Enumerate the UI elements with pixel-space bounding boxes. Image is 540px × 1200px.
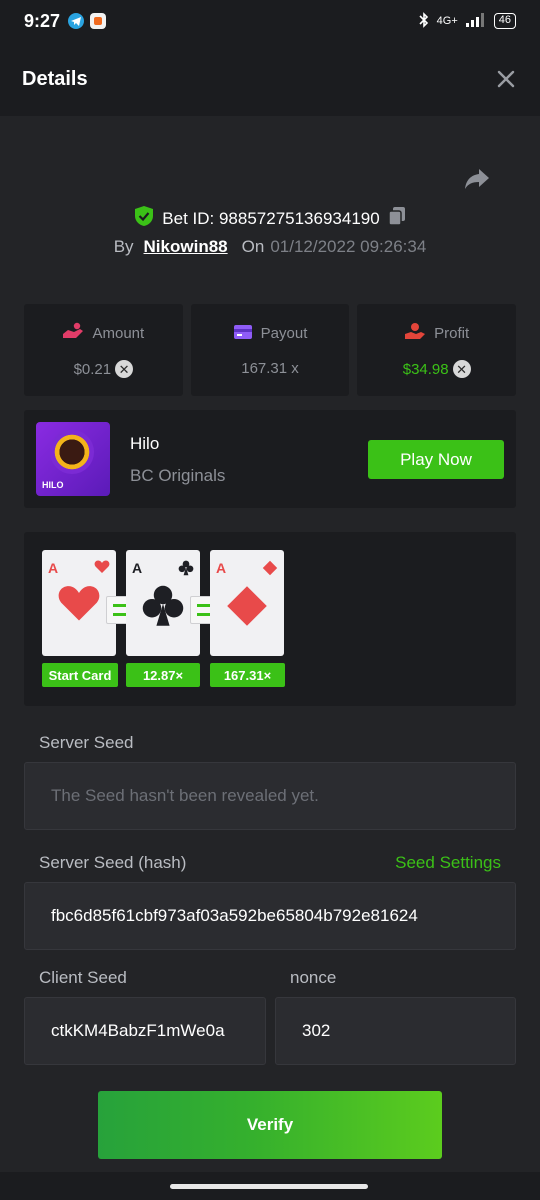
verified-shield-icon [134, 205, 154, 232]
coin-icon: ✕ [115, 360, 134, 378]
status-bar: 9:27 4G+ 46 [0, 0, 540, 42]
card-tag-multiplier: 167.31× [210, 663, 285, 687]
amount-icon [62, 322, 84, 344]
copy-icon[interactable] [387, 206, 406, 231]
club-small-icon [178, 560, 194, 581]
card-rank: A [132, 560, 143, 576]
close-icon[interactable] [494, 67, 518, 91]
stat-profit: Profit $34.98 ✕ [357, 304, 517, 396]
server-seed-field: The Seed hasn't been revealed yet. [24, 762, 516, 830]
server-seed-label: Server Seed [39, 733, 134, 752]
details-header: Details [0, 42, 540, 116]
share-icon[interactable] [464, 168, 490, 190]
seed-settings-link[interactable]: Seed Settings [395, 853, 501, 873]
stat-label: Profit [434, 324, 470, 342]
play-now-button[interactable]: Play Now [368, 440, 504, 479]
nonce-label: nonce [290, 968, 337, 987]
bluetooth-icon [419, 11, 429, 31]
game-thumb-tag: HILO [42, 480, 64, 490]
battery-indicator: 46 [493, 13, 516, 29]
card-rank: A [216, 560, 227, 576]
stat-value: 167.31 x [241, 359, 299, 377]
game-thumbnail[interactable]: HILO [36, 422, 110, 496]
stat-value: $34.98 [402, 360, 449, 378]
playing-card-heart: A [42, 550, 116, 656]
card-tag-multiplier: 12.87× [126, 663, 200, 687]
game-card: HILO Hilo BC Originals Play Now [24, 410, 516, 508]
card-tag-start: Start Card [42, 663, 118, 687]
server-seed-hash-label: Server Seed (hash) [39, 853, 187, 872]
bet-date: 01/12/2022 09:26:34 [270, 237, 427, 256]
diamond-icon [225, 584, 269, 633]
stat-label: Amount [92, 324, 145, 342]
coin-icon: ✕ [452, 360, 471, 378]
profit-icon [404, 322, 426, 344]
game-name: Hilo [130, 434, 160, 453]
stat-amount: Amount $0.21 ✕ [24, 304, 183, 396]
game-provider: BC Originals [130, 466, 226, 485]
client-seed-label: Client Seed [39, 968, 127, 987]
signal-icon [465, 12, 486, 30]
stat-value: $0.21 [73, 360, 112, 378]
verify-button[interactable]: Verify [98, 1091, 442, 1159]
club-icon [141, 584, 185, 633]
stat-payout: Payout 167.31 x [190, 304, 350, 396]
bet-id: Bet ID: 98857275136934190 [162, 208, 380, 228]
card-rank: A [48, 560, 59, 576]
status-time: 9:27 [24, 10, 61, 31]
playing-card-club: A [126, 550, 200, 656]
on-label: On [241, 237, 265, 256]
bet-author-row: By Nikowin88 On 01/12/2022 09:26:34 [0, 237, 540, 257]
server-seed-hash-field[interactable]: fbc6d85f61cbf973af03a592be65804b792e8162… [24, 882, 516, 950]
username-link[interactable]: Nikowin88 [144, 237, 228, 257]
diamond-small-icon [262, 560, 278, 581]
bet-id-row: Bet ID: 98857275136934190 [0, 205, 540, 232]
hilo-card-sequence: A A A Start Card 12.87× 167.31× [24, 532, 516, 706]
stat-label: Payout [260, 325, 308, 342]
page-title: Details [22, 67, 88, 90]
by-label: By [113, 237, 134, 256]
client-seed-field[interactable]: ctkKM4BabzF1mWe0a [24, 997, 266, 1065]
network-type: 4G+ [436, 15, 458, 27]
payout-icon [233, 324, 253, 344]
heart-icon [57, 584, 101, 629]
heart-small-icon [94, 560, 110, 579]
playing-card-diamond: A [210, 550, 284, 656]
telegram-icon [68, 13, 85, 29]
home-indicator[interactable] [170, 1184, 368, 1189]
nonce-field[interactable]: 302 [275, 997, 516, 1065]
app-notification-icon [90, 13, 107, 29]
bet-stats: Amount $0.21 ✕ Payout 167.31 x Profit $3… [24, 304, 517, 396]
